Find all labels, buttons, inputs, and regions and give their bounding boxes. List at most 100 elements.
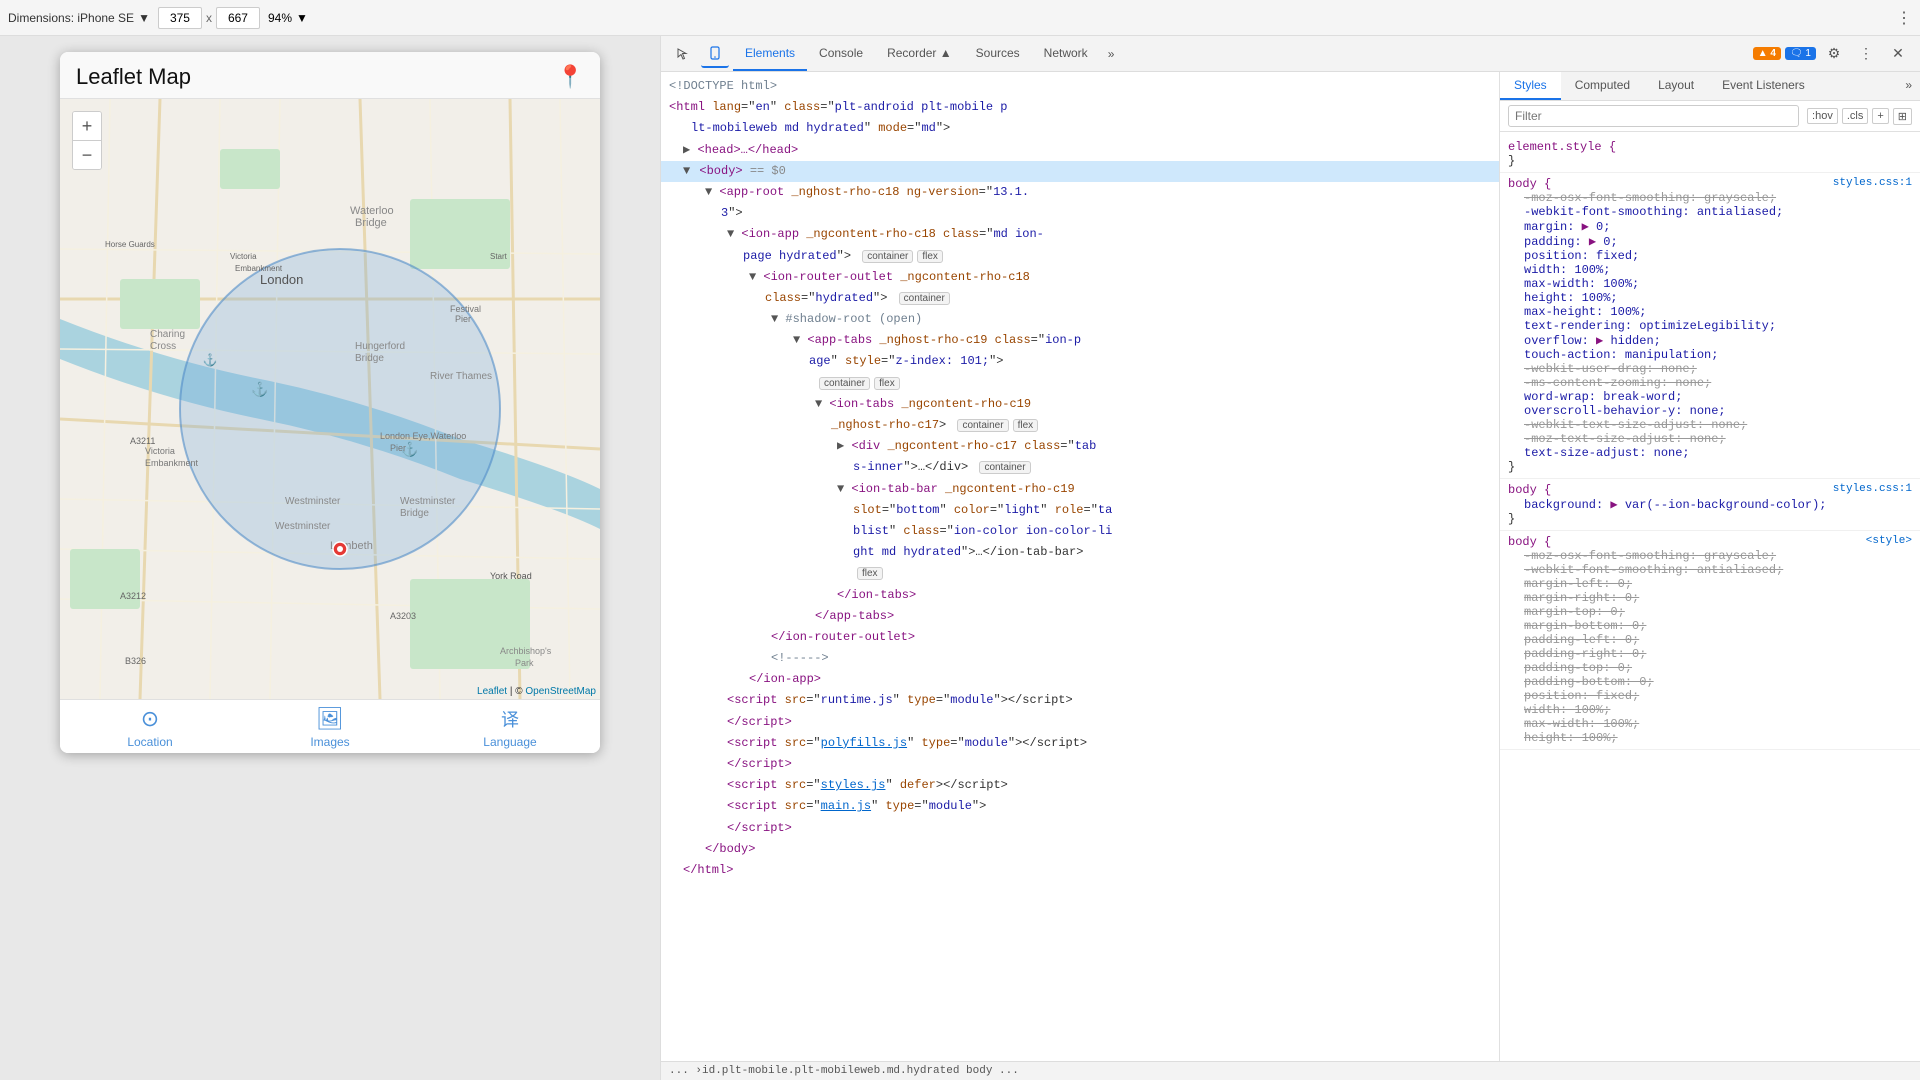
html-line: ▼ #shadow-root (open)	[661, 309, 1499, 330]
styles-filter-buttons: :hov .cls + ⊞	[1807, 108, 1912, 125]
phone-header: Leaflet Map 📍	[60, 52, 600, 99]
html-tree-panel[interactable]: <!DOCTYPE html> <html lang="en" class="p…	[661, 72, 1500, 1061]
close-button[interactable]: ✕	[1884, 40, 1912, 68]
settings-button[interactable]: ⚙	[1820, 40, 1848, 68]
width-input[interactable]	[158, 7, 202, 29]
osm-link[interactable]: OpenStreetMap	[525, 686, 596, 697]
filter-hov-button[interactable]: :hov	[1807, 108, 1838, 124]
html-line: page hydrated"> containerflex	[661, 246, 1499, 267]
svg-text:Victoria: Victoria	[230, 252, 257, 261]
device-selector[interactable]: Dimensions: iPhone SE ▼	[8, 11, 150, 25]
filter-toggle-button[interactable]: ⊞	[1893, 108, 1912, 125]
styles-tab-computed[interactable]: Computed	[1561, 72, 1644, 100]
html-line: </ion-tabs>	[661, 585, 1499, 606]
styles-tab-bar: Styles Computed Layout Event Listeners »	[1500, 72, 1920, 101]
svg-text:London: London	[260, 272, 303, 287]
html-line: ght md hydrated">…</ion-tab-bar>	[661, 542, 1499, 563]
html-line: <script src="polyfills.js" type="module"…	[661, 733, 1499, 754]
svg-text:Bridge: Bridge	[400, 508, 429, 519]
tab-location[interactable]: ⊙ Location	[60, 706, 240, 749]
recorder-tab[interactable]: Recorder ▲	[875, 36, 964, 71]
svg-text:Westminster: Westminster	[275, 521, 331, 532]
devtools-panel: Elements Console Recorder ▲ Sources Netw…	[660, 36, 1920, 1080]
svg-text:Pier: Pier	[390, 443, 406, 453]
svg-text:York Road: York Road	[490, 571, 532, 581]
device-mode-button[interactable]	[701, 40, 729, 68]
breadcrumb: ... ›id.plt-mobile.plt-mobileweb.md.hydr…	[669, 1065, 1019, 1077]
styles-content[interactable]: element.style { } body { styles.css:1 -m…	[1500, 132, 1920, 1061]
tab-language[interactable]: 译 Language	[420, 706, 600, 749]
html-line: class="hydrated"> container	[661, 288, 1499, 309]
svg-text:Charing: Charing	[150, 329, 185, 340]
more-tabs-button[interactable]: »	[1100, 47, 1123, 61]
element-picker-button[interactable]	[669, 40, 697, 68]
console-tab[interactable]: Console	[807, 36, 875, 71]
html-line-body[interactable]: ▼ <body> == $0	[661, 161, 1499, 182]
svg-text:London Eye,Waterloo: London Eye,Waterloo	[380, 431, 466, 441]
html-line: </body>	[661, 839, 1499, 860]
svg-text:Westminster: Westminster	[400, 496, 456, 507]
images-tab-icon: 🖼	[316, 706, 344, 732]
svg-text:Horse Guards: Horse Guards	[105, 240, 155, 249]
devtools-top-right: ▲ 4 🗨 1 ⚙ ⋮ ✕	[1753, 40, 1912, 68]
css-rule-body-3: body { <style> -moz-osx-font-smoothing: …	[1500, 531, 1920, 750]
html-line: <!----->	[661, 648, 1499, 669]
svg-text:River Thames: River Thames	[430, 371, 492, 382]
html-line: <html lang="en" class="plt-android plt-m…	[661, 97, 1499, 118]
pin-icon[interactable]: 📍	[557, 64, 584, 90]
map-zoom-in-button[interactable]: +	[73, 112, 101, 140]
styles-tab-layout[interactable]: Layout	[1644, 72, 1708, 100]
info-badge[interactable]: 🗨 1	[1785, 47, 1816, 60]
svg-text:Bridge: Bridge	[355, 217, 387, 229]
svg-text:A3212: A3212	[120, 591, 146, 601]
html-line: blist" class="ion-color ion-color-li	[661, 521, 1499, 542]
map-zoom-controls: + −	[72, 111, 102, 170]
warning-badge[interactable]: ▲ 4	[1753, 47, 1781, 60]
html-line: <!DOCTYPE html>	[661, 76, 1499, 97]
svg-text:Westminster: Westminster	[285, 496, 341, 507]
html-line: ▼ <ion-router-outlet _ngcontent-rho-c18	[661, 267, 1499, 288]
map-svg: ⚓ ⚓ ⚓ London Waterloo Bridge Charing Cro…	[60, 99, 600, 699]
zoom-control[interactable]: 94% ▼	[268, 11, 308, 25]
svg-text:Embankment: Embankment	[145, 458, 199, 468]
svg-text:Festival: Festival	[450, 304, 481, 314]
dimensions-separator: x	[206, 11, 212, 25]
sources-tab[interactable]: Sources	[964, 36, 1032, 71]
main-area: Leaflet Map 📍	[0, 36, 1920, 1080]
phone-preview-panel: Leaflet Map 📍	[0, 36, 660, 1080]
elements-tab[interactable]: Elements	[733, 36, 807, 71]
location-tab-label: Location	[127, 735, 172, 749]
html-line: age" style="z-index: 101;">	[661, 351, 1499, 372]
svg-text:Park: Park	[515, 658, 534, 668]
svg-text:Embankment: Embankment	[235, 264, 283, 273]
styles-filter-input[interactable]	[1508, 105, 1799, 127]
language-tab-icon: 译	[501, 706, 519, 732]
html-line: </app-tabs>	[661, 606, 1499, 627]
svg-text:Start: Start	[490, 252, 508, 261]
styles-more-tabs[interactable]: »	[1897, 72, 1920, 100]
html-line: ▶ <head>…</head>	[661, 140, 1499, 161]
more-options-button[interactable]: ⋮	[1852, 40, 1880, 68]
html-line: ▼ <ion-app _ngcontent-rho-c18 class="md …	[661, 224, 1499, 245]
map-zoom-out-button[interactable]: −	[73, 141, 101, 169]
network-tab[interactable]: Network	[1032, 36, 1100, 71]
phone-tab-bar: ⊙ Location 🖼 Images 译 Language	[60, 699, 600, 753]
styles-tab-styles[interactable]: Styles	[1500, 72, 1561, 100]
zoom-value: 94%	[268, 11, 292, 25]
svg-text:Waterloo: Waterloo	[350, 205, 394, 217]
svg-text:⚓: ⚓	[203, 353, 218, 367]
leaflet-link[interactable]: Leaflet	[477, 686, 507, 697]
svg-text:A3211: A3211	[130, 436, 155, 446]
toolbar-more-button[interactable]: ⋮	[1896, 8, 1912, 28]
devtools-bottom-bar: ... ›id.plt-mobile.plt-mobileweb.md.hydr…	[661, 1061, 1920, 1080]
styles-tab-event-listeners[interactable]: Event Listeners	[1708, 72, 1819, 100]
html-line: </ion-app>	[661, 669, 1499, 690]
svg-text:⚓: ⚓	[251, 381, 268, 398]
height-input[interactable]	[216, 7, 260, 29]
filter-cls-button[interactable]: .cls	[1842, 108, 1869, 124]
html-line: ▼ <app-root _nghost-rho-c18 ng-version="…	[661, 182, 1499, 203]
map-area[interactable]: ⚓ ⚓ ⚓ London Waterloo Bridge Charing Cro…	[60, 99, 600, 699]
tab-images[interactable]: 🖼 Images	[240, 706, 420, 749]
html-line: ▼ <app-tabs _nghost-rho-c19 class="ion-p	[661, 330, 1499, 351]
filter-add-button[interactable]: +	[1872, 108, 1888, 124]
